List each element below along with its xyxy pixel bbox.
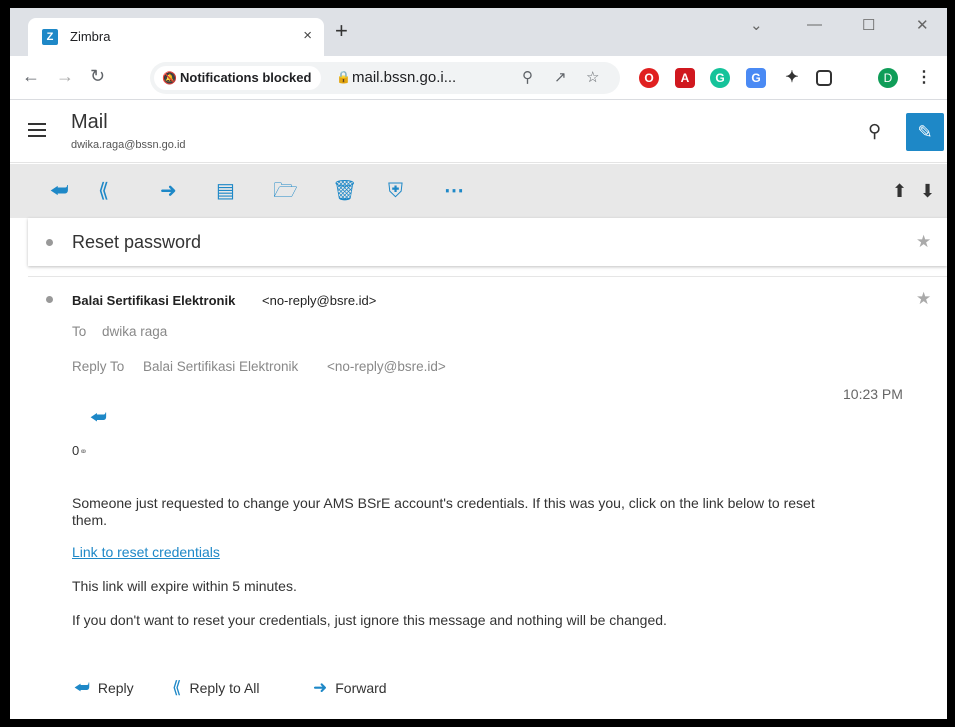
browser-menu-icon[interactable]: ⋮ — [914, 68, 934, 88]
app-title: Mail — [71, 111, 108, 133]
spam-shield-icon[interactable]: ⛨ — [388, 181, 403, 201]
message-view: Balai Sertifikasi Elektronik <no-reply@b… — [28, 276, 947, 719]
tab-title: Zimbra — [70, 29, 111, 44]
search-icon[interactable]: ⚲ — [868, 121, 881, 142]
forward-button-icon: ➜ — [313, 678, 328, 697]
address-bar[interactable]: 🔕 Notifications blocked 🔒 mail.bssn.go.i… — [150, 62, 620, 94]
attachment-paperclip-icon: ⚭ — [79, 447, 88, 458]
browser-tab[interactable]: Z Zimbra × — [28, 18, 324, 56]
new-tab-button[interactable]: + — [335, 20, 348, 42]
attachment-count: 0⚭ — [72, 443, 88, 458]
reply-to-address: <no-reply@bsre.id> — [327, 359, 446, 374]
read-status-dot[interactable] — [46, 239, 53, 246]
bookmark-star-icon[interactable]: ☆ — [586, 68, 599, 86]
message-read-dot[interactable] — [46, 296, 53, 303]
bell-off-icon: 🔕 — [162, 71, 177, 85]
grammarly-extension-icon[interactable]: G — [710, 68, 730, 88]
back-icon[interactable]: ← — [22, 66, 40, 87]
browser-toolbar: ← → ↻ 🔕 Notifications blocked 🔒 mail.bss… — [10, 56, 947, 100]
notifications-blocked-chip[interactable]: 🔕 Notifications blocked — [154, 66, 322, 90]
maximize-icon[interactable]: ☐ — [862, 16, 875, 34]
next-message-icon[interactable]: ⬇ — [920, 181, 935, 202]
extensions-puzzle-icon[interactable]: ✦ — [782, 68, 802, 88]
forward-button[interactable]: ➜ Forward — [313, 678, 387, 698]
lock-icon[interactable]: 🔒 — [336, 70, 351, 84]
browser-window: Z Zimbra × + ⌄ — ☐ ✕ ← → ↻ 🔕 Notificatio… — [10, 8, 947, 719]
side-panel-icon[interactable] — [816, 70, 832, 86]
profile-avatar[interactable]: D — [878, 68, 898, 88]
quick-reply-icon[interactable]: ⮨ — [90, 407, 107, 428]
reply-to-label: Reply To — [72, 359, 125, 374]
forward-arrow-icon[interactable]: ➜ — [160, 181, 177, 201]
menu-icon[interactable] — [28, 123, 46, 141]
pdf-extension-icon[interactable]: A — [675, 68, 695, 88]
archive-icon[interactable]: ▤ — [216, 181, 235, 201]
message-time: 10:23 PM — [843, 386, 903, 402]
expiry-note: This link will expire within 5 minutes. — [72, 578, 297, 594]
to-recipient[interactable]: dwika raga — [102, 324, 167, 339]
share-icon[interactable]: ↗ — [554, 68, 567, 86]
tab-strip: Z Zimbra × + ⌄ — ☐ ✕ — [10, 8, 947, 56]
reply-to-name[interactable]: Balai Sertifikasi Elektronik — [143, 359, 298, 374]
sender-name[interactable]: Balai Sertifikasi Elektronik — [72, 293, 235, 308]
account-email: dwika.raga@bssn.go.id — [71, 139, 186, 151]
body-paragraph-1: Someone just requested to change your AM… — [72, 495, 815, 528]
window-close-icon[interactable]: ✕ — [916, 16, 929, 34]
reply-all-icon[interactable]: ⟪ — [98, 181, 109, 201]
more-actions-icon[interactable]: ⋯ — [444, 181, 464, 201]
reply-button[interactable]: ⮨ Reply — [74, 678, 134, 698]
ignore-note: If you don't want to reset your credenti… — [72, 612, 667, 628]
zoom-icon[interactable]: ⚲ — [522, 68, 533, 86]
reload-icon[interactable]: ↻ — [90, 66, 105, 87]
reply-icon[interactable]: ⮨ — [50, 181, 69, 201]
url-text: mail.bssn.go.i... — [352, 69, 457, 86]
to-label: To — [72, 324, 87, 339]
zimbra-favicon-icon: Z — [42, 29, 58, 45]
conversation-subject-bar[interactable]: Reset password ★ — [28, 218, 947, 266]
message-star-icon[interactable]: ★ — [916, 289, 931, 309]
message-subject: Reset password — [72, 232, 202, 252]
pencil-icon: ✎ — [917, 122, 933, 142]
opera-extension-icon[interactable]: O — [639, 68, 659, 88]
forward-icon[interactable]: → — [56, 66, 74, 87]
tab-close-icon[interactable]: × — [303, 27, 312, 44]
move-to-folder-icon[interactable]: 🗁 — [273, 181, 298, 201]
translate-extension-icon[interactable]: G — [746, 68, 766, 88]
previous-message-icon[interactable]: ⬆ — [892, 181, 907, 202]
reply-all-button[interactable]: ⟪ Reply to All — [172, 678, 260, 698]
mail-header: Mail dwika.raga@bssn.go.id ⚲ ✎ — [10, 101, 947, 163]
reply-all-button-icon: ⟪ — [172, 678, 182, 697]
reply-button-icon: ⮨ — [74, 678, 90, 697]
sender-address: <no-reply@bsre.id> — [262, 293, 377, 308]
tab-search-chevron-icon[interactable]: ⌄ — [750, 16, 763, 34]
delete-icon[interactable]: 🗑 — [332, 181, 357, 201]
compose-button[interactable]: ✎ — [906, 113, 944, 151]
reset-credentials-link[interactable]: Link to reset credentials — [72, 544, 220, 561]
flag-star-icon[interactable]: ★ — [916, 232, 931, 252]
minimize-icon[interactable]: — — [807, 16, 822, 33]
message-action-bar: ⮨ ⟪ ➜ ▤ 🗁 🗑 ⛨ ⋯ ⬆ ⬇ — [10, 164, 947, 218]
